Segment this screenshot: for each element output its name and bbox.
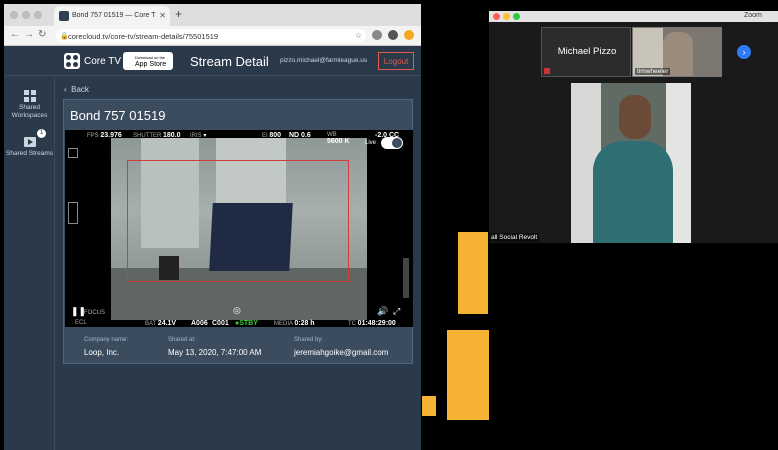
sidebar-item-shared-workspaces[interactable]: Shared Workspaces <box>4 86 55 122</box>
video-player[interactable]: FPS 23.976 SHUTTER 180.0 IRIS ▾ EI 800 N… <box>65 130 413 327</box>
focus-label: FOCUS <box>84 310 105 316</box>
lock-icon: 🔒 <box>60 33 69 40</box>
zoom-title: Zoom <box>744 12 762 19</box>
participant-name: Michael Pizzo <box>557 46 617 57</box>
hud-battery: BAT 24.1V <box>145 320 177 327</box>
close-window-button[interactable] <box>493 13 500 20</box>
brand-name: Core TV <box>84 56 122 67</box>
fullscreen-icon[interactable]: ⤢ <box>393 306 400 317</box>
url-field[interactable]: 🔒 corecloud.tv/core-tv/stream-details/75… <box>56 29 366 43</box>
hud-iris: IRIS ▾ <box>190 133 207 139</box>
ecl-label: ECL <box>75 320 87 326</box>
forward-arrow-icon[interactable]: → <box>24 29 34 40</box>
core-tv-logo-icon[interactable] <box>64 53 80 69</box>
tab-title: Bond 757 01519 — Core T <box>72 12 156 19</box>
back-link[interactable]: ‹ Back <box>64 85 89 94</box>
company-label: Company name: <box>84 337 129 343</box>
record-icon[interactable]: ◎ <box>233 305 241 316</box>
stream-title: Bond 757 01519 <box>70 108 166 123</box>
reload-icon[interactable]: ↻ <box>38 29 46 40</box>
close-tab-icon[interactable]: ✕ <box>159 11 166 20</box>
hud-media: MEDIA 0:28 h <box>274 320 315 327</box>
hud-wb: WB 5600 K <box>327 132 350 145</box>
back-label: Back <box>71 85 89 94</box>
next-page-button[interactable]: › <box>737 45 751 59</box>
hud-stby: ●STBY <box>235 320 258 327</box>
hud-ei: EI 800 <box>262 132 282 139</box>
sidebar: Shared Workspaces Shared Streams 1 <box>4 76 55 450</box>
streams-icon <box>24 137 36 147</box>
url-text: corecloud.tv/core-tv/stream-details/7550… <box>68 32 219 41</box>
page-title: Stream Detail <box>190 54 269 69</box>
shared-at-label: Shared at: <box>168 337 196 343</box>
minimize-window-button[interactable] <box>503 13 510 20</box>
frame-guide <box>127 160 349 282</box>
participant-tile[interactable]: timwheeler <box>632 27 722 77</box>
sidebar-item-label: Shared Workspaces <box>11 104 48 119</box>
background-letter <box>447 330 489 420</box>
profile-icon[interactable] <box>388 30 398 40</box>
active-speaker-video <box>571 83 691 243</box>
app-header: Core TV Download on the App Store Stream… <box>4 46 421 76</box>
app-store-small-text: Download on the <box>135 55 166 60</box>
address-bar: ← → ↻ 🔒 corecloud.tv/core-tv/stream-deta… <box>4 26 421 46</box>
zoom-window: Zoom Michael Pizzo timwheeler › all Soci… <box>489 11 778 450</box>
hud-fps: FPS 23.976 <box>87 132 122 139</box>
browser-tab[interactable]: Bond 757 01519 — Core T ✕ <box>54 6 170 26</box>
company-value: Loop, Inc. <box>84 348 120 357</box>
volume-icon[interactable]: 🔊 <box>377 306 388 317</box>
active-speaker-name: all Social Revolt <box>489 233 540 242</box>
sdi-indicator <box>68 148 78 158</box>
user-email: pizzo.michael@farmleague.us <box>280 57 368 64</box>
workspaces-icon <box>24 90 36 102</box>
app-store-badge[interactable]: Download on the App Store <box>123 52 173 70</box>
zoom-titlebar: Zoom <box>489 11 778 22</box>
audio-meter <box>403 258 409 298</box>
shared-at-value: May 13, 2020, 7:47:00 AM <box>168 348 262 357</box>
participant-name: timwheeler <box>635 68 671 75</box>
shared-by-value: jeremiahgoike@gmail.com <box>294 348 389 357</box>
extension-icon[interactable] <box>404 30 414 40</box>
maximize-window-button[interactable] <box>513 13 520 20</box>
notification-badge: 1 <box>37 129 46 138</box>
hud-shutter: SHUTTER 180.0 <box>133 132 181 139</box>
live-toggle[interactable] <box>381 137 403 149</box>
stream-info: Company name: Loop, Inc. Shared at: May … <box>64 327 412 364</box>
app-store-text: App Store <box>135 61 167 68</box>
reading-list-icon[interactable] <box>372 30 382 40</box>
cam-indicator <box>68 202 78 224</box>
bookmark-star-icon[interactable]: ☆ <box>355 31 362 40</box>
back-arrow-icon[interactable]: ← <box>10 29 20 40</box>
mic-muted-icon <box>544 68 550 74</box>
minimize-window-button[interactable] <box>22 11 30 19</box>
participant-tile[interactable]: Michael Pizzo <box>541 27 631 77</box>
background-letter <box>422 396 436 416</box>
sidebar-item-label: Shared Streams <box>6 150 53 157</box>
hud-nd: ND 0.6 <box>289 132 311 139</box>
shared-by-label: Shared by: <box>294 337 324 343</box>
hud-timecode: TC 01:48:29:00 <box>348 320 396 327</box>
background-letter <box>458 232 488 314</box>
favicon-icon <box>59 11 69 21</box>
maximize-window-button[interactable] <box>34 11 42 19</box>
sidebar-item-shared-streams[interactable]: Shared Streams <box>4 132 55 168</box>
chevron-left-icon: ‹ <box>64 85 67 94</box>
stream-card: Bond 757 01519 FPS 23.976 SHUTTER 180.0 … <box>63 99 413 364</box>
tab-bar: Bond 757 01519 — Core T ✕ + <box>4 4 421 26</box>
close-window-button[interactable] <box>10 11 18 19</box>
new-tab-icon[interactable]: + <box>175 7 182 21</box>
live-label: Live <box>365 140 377 146</box>
browser-window: Bond 757 01519 — Core T ✕ + ← → ↻ 🔒 core… <box>4 4 421 450</box>
hud-reel: A006 <box>191 320 208 327</box>
logout-button[interactable]: Logout <box>378 52 414 70</box>
hud-clip: C001 <box>212 320 229 327</box>
